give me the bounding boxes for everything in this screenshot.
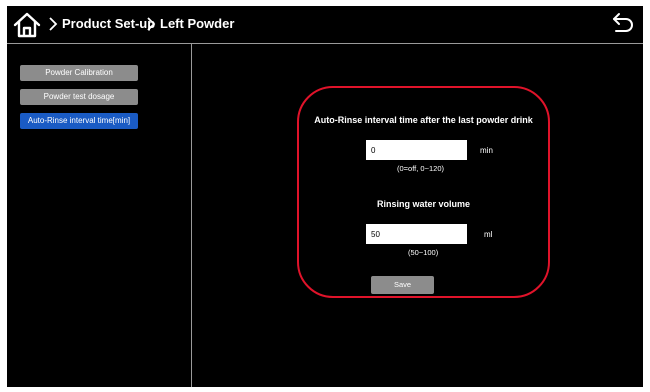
breadcrumb-item-left-powder: Left Powder <box>146 16 234 31</box>
home-icon <box>13 12 41 38</box>
settings-panel: Auto-Rinse interval time after the last … <box>297 86 550 298</box>
header-divider <box>7 43 643 44</box>
breadcrumb-label: Product Set-up <box>62 16 156 31</box>
screen: Product Set-up Left Powder Powder Calibr… <box>0 0 650 392</box>
breadcrumb-label: Left Powder <box>160 16 235 31</box>
back-arrow-icon <box>613 13 633 32</box>
interval-title: Auto-Rinse interval time after the last … <box>314 115 533 125</box>
back-button[interactable] <box>611 12 635 34</box>
interval-input[interactable] <box>366 140 467 160</box>
app-window: Product Set-up Left Powder Powder Calibr… <box>7 6 643 387</box>
interval-range-hint: (0=off, 0~120) <box>397 164 444 173</box>
chevron-right-icon <box>147 16 156 31</box>
sidebar-item-powder-calibration[interactable]: Powder Calibration <box>20 65 138 81</box>
volume-range-hint: (50~100) <box>408 248 439 257</box>
breadcrumb-item-product-setup[interactable]: Product Set-up <box>48 16 155 31</box>
header-bar: Product Set-up Left Powder <box>7 6 643 43</box>
volume-unit: ml <box>484 230 493 239</box>
save-button[interactable]: Save <box>371 276 434 294</box>
home-button[interactable] <box>13 10 41 38</box>
sidebar-item-auto-rinse-interval[interactable]: Auto-Rinse interval time[min] <box>20 113 138 129</box>
chevron-right-icon <box>49 16 58 31</box>
sidebar-divider <box>191 44 192 387</box>
volume-title: Rinsing water volume <box>376 199 471 209</box>
interval-unit: min <box>480 146 493 155</box>
volume-input[interactable] <box>366 224 467 244</box>
sidebar-item-powder-test-dosage[interactable]: Powder test dosage <box>20 89 138 105</box>
